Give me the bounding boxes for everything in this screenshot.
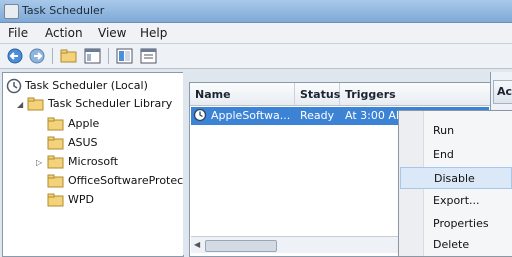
tree-folder-label: WPD <box>68 193 94 206</box>
context-menu-export[interactable]: Export... <box>400 190 512 212</box>
folder-icon <box>47 192 64 210</box>
collapse-arrow-icon[interactable]: ◢ <box>17 100 23 109</box>
column-header-triggers[interactable]: Triggers <box>340 83 490 105</box>
tree-folder-label: Apple <box>68 117 100 130</box>
tree-item-asus[interactable]: ASUS <box>3 134 181 152</box>
toolbar-separator <box>52 48 53 64</box>
list-header: Name Status Triggers <box>190 83 490 106</box>
task-scheduler-icon <box>4 4 19 19</box>
menu-file[interactable]: File <box>8 26 28 40</box>
back-arrow-icon[interactable] <box>6 48 24 64</box>
tree-root-label: Task Scheduler (Local) <box>25 79 148 92</box>
scrollbar-thumb[interactable] <box>205 240 277 252</box>
folder-icon <box>47 154 64 172</box>
forward-arrow-icon[interactable] <box>28 48 46 64</box>
actions-header[interactable]: Ac <box>493 80 512 104</box>
title-bar: Task Scheduler <box>0 0 512 23</box>
tree-item-library[interactable]: ◢ Task Scheduler Library <box>3 95 181 113</box>
column-header-name[interactable]: Name <box>190 83 295 105</box>
folder-icon <box>47 135 64 153</box>
menu-bar: File Action View Help <box>0 23 512 44</box>
tree-item-root[interactable]: Task Scheduler (Local) <box>3 77 181 95</box>
tree-folder-label: ASUS <box>68 136 98 149</box>
task-icon <box>193 108 207 125</box>
context-menu-properties[interactable]: Properties <box>400 213 512 235</box>
toolbar <box>0 44 512 69</box>
toolbar-separator <box>108 48 109 64</box>
tree-item-microsoft[interactable]: ▷ Microsoft <box>3 153 181 171</box>
window-title: Task Scheduler <box>22 4 105 17</box>
folder-icon <box>47 173 64 191</box>
folder-icon <box>47 116 64 134</box>
properties-icon[interactable] <box>140 48 158 64</box>
tree-folder-label: OfficeSoftwareProtect <box>68 174 188 187</box>
console-tree: Task Scheduler (Local) ◢ Task Scheduler … <box>2 72 188 257</box>
tree-folder-label: Microsoft <box>68 155 119 168</box>
help-icon[interactable] <box>116 48 134 64</box>
context-menu-delete[interactable]: Delete <box>400 234 512 256</box>
menu-action[interactable]: Action <box>45 26 83 40</box>
context-menu-disable[interactable]: Disable <box>400 167 512 189</box>
folder-up-icon[interactable] <box>60 48 78 64</box>
tree-library-label: Task Scheduler Library <box>48 97 173 110</box>
scroll-left-icon[interactable]: ◀ <box>194 240 200 249</box>
tree-item-apple[interactable]: Apple <box>3 115 181 133</box>
menu-view[interactable]: View <box>98 26 126 40</box>
column-header-status[interactable]: Status <box>295 83 340 105</box>
menu-help[interactable]: Help <box>140 26 167 40</box>
tree-item-wpd[interactable]: WPD <box>3 191 181 209</box>
task-status: Ready <box>300 109 335 122</box>
context-menu-end[interactable]: End <box>400 144 512 166</box>
tree-item-officesoftwareprotect[interactable]: OfficeSoftwareProtect <box>3 172 188 191</box>
context-menu: Run End Disable Export... Properties Del… <box>398 110 512 257</box>
folder-icon <box>27 96 44 114</box>
pane-splitter[interactable] <box>183 72 188 255</box>
expand-arrow-icon[interactable]: ▷ <box>36 158 42 167</box>
task-name: AppleSoftwa... <box>211 109 291 122</box>
context-menu-run[interactable]: Run <box>400 120 512 142</box>
show-hide-console-tree-icon[interactable] <box>84 48 102 64</box>
